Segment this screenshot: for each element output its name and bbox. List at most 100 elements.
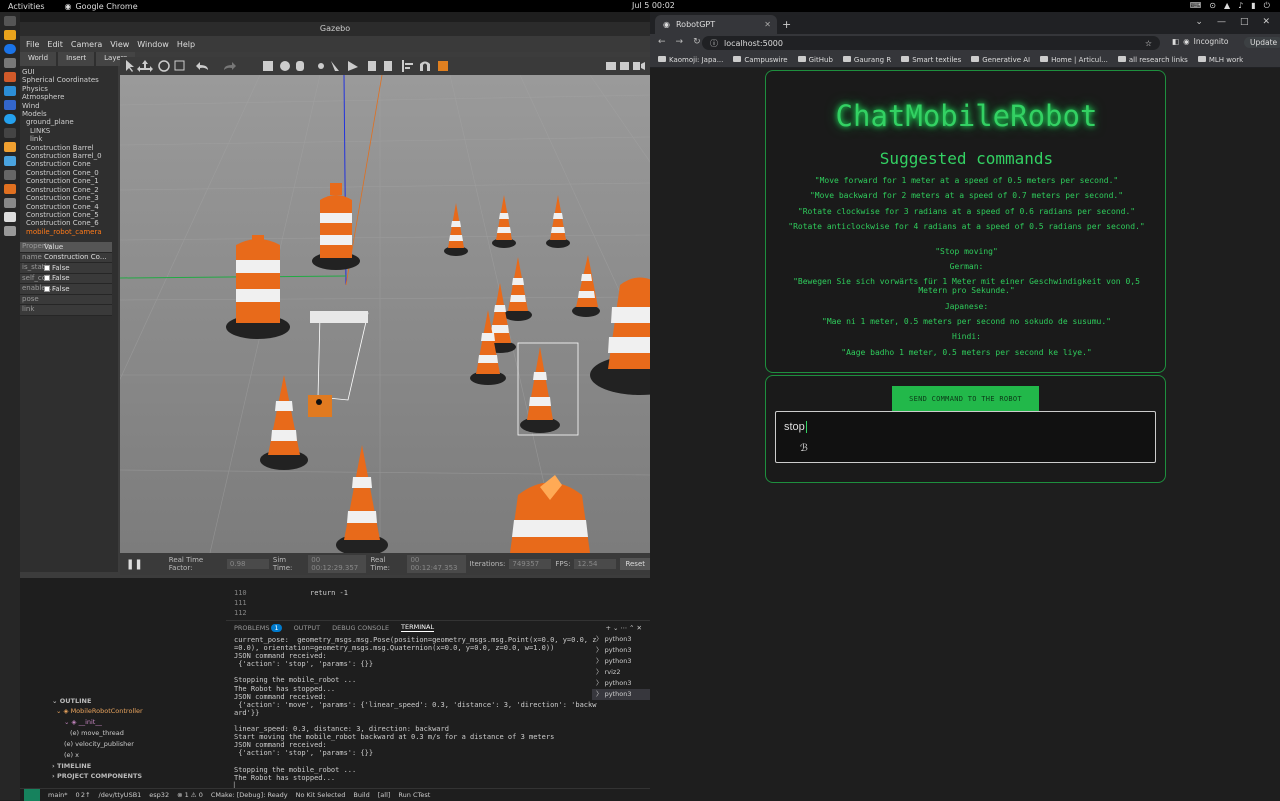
menu-window[interactable]: Window: [137, 40, 169, 49]
outline-class[interactable]: ⌄ ◈ MobileRobotController: [22, 706, 226, 717]
app-dock-icon[interactable]: [4, 72, 16, 82]
app8-dock-icon[interactable]: [4, 184, 16, 194]
app7-dock-icon[interactable]: [4, 170, 16, 180]
prop-row[interactable]: is_static False: [20, 263, 112, 274]
world-tree-item[interactable]: mobile_robot_camera: [20, 228, 112, 236]
git-branch[interactable]: main*: [48, 791, 68, 799]
terminal-instance[interactable]: 〉 python3: [592, 645, 650, 656]
build-target[interactable]: [all]: [378, 791, 391, 799]
cmake-status[interactable]: CMake: [Debug]: Ready: [211, 791, 288, 799]
update-button[interactable]: Update: [1244, 37, 1280, 48]
menu-help[interactable]: Help: [177, 40, 195, 49]
tab-search-icon[interactable]: ⌄: [1195, 17, 1203, 27]
back-icon[interactable]: ←: [658, 37, 666, 47]
new-tab-icon[interactable]: +: [782, 18, 791, 31]
files-icon[interactable]: [4, 16, 16, 26]
world-tree-item[interactable]: ground_plane: [20, 118, 112, 126]
forward-icon[interactable]: →: [676, 37, 684, 47]
maximize-icon[interactable]: □: [1240, 17, 1249, 27]
gazebo-3d-viewport[interactable]: [120, 75, 650, 553]
board[interactable]: esp32: [149, 791, 169, 799]
outline-field[interactable]: (e) x: [22, 750, 226, 761]
app5-dock-icon[interactable]: [4, 142, 16, 152]
world-tree-item[interactable]: Wind: [20, 102, 112, 110]
world-tree-item[interactable]: link: [20, 135, 112, 143]
incognito-indicator[interactable]: ◧ ◉ Incognito: [1172, 37, 1228, 46]
tab-world[interactable]: World: [20, 52, 57, 66]
world-tree-item[interactable]: GUI: [20, 68, 112, 76]
panel-controls[interactable]: + ⌄ ⋯ ⌃ ✕: [605, 624, 642, 632]
system-tray[interactable]: ⌨ ⊙ ▲ ♪ ▮ ⏻: [1190, 1, 1270, 11]
outline-field[interactable]: (e) move_thread: [22, 728, 226, 739]
code-editor[interactable]: 110 111 112 return -1: [226, 588, 650, 618]
activities-button[interactable]: Activities: [8, 2, 45, 11]
menu-edit[interactable]: Edit: [47, 40, 63, 49]
sidepanel-icon[interactable]: ◧: [1172, 37, 1179, 46]
world-tree-item[interactable]: Construction Cone_3: [20, 194, 112, 202]
tab-output[interactable]: OUTPUT: [294, 624, 321, 632]
app2-dock-icon[interactable]: [4, 100, 16, 110]
browser-tab[interactable]: ◉ RobotGPT ✕: [655, 15, 777, 34]
app9-dock-icon[interactable]: [4, 198, 16, 208]
world-tree-item[interactable]: Construction Barrel_0: [20, 152, 112, 160]
close-window-icon[interactable]: ✕: [1262, 17, 1270, 27]
terminal-instance[interactable]: 〉 python3: [592, 689, 650, 700]
bookmark-folder[interactable]: all research links: [1117, 55, 1188, 64]
world-tree-item[interactable]: LINKS: [20, 127, 112, 135]
world-tree-item[interactable]: Physics: [20, 85, 112, 93]
trash-icon[interactable]: [4, 226, 16, 236]
prop-row[interactable]: pose: [20, 294, 112, 305]
reset-button[interactable]: Reset: [620, 558, 650, 570]
outline-method[interactable]: ⌄ ◈ __init__: [22, 717, 226, 728]
prop-row[interactable]: name Construction Co...: [20, 252, 112, 263]
app6-dock-icon[interactable]: [4, 156, 16, 166]
terminal-instance[interactable]: 〉 rviz2: [592, 667, 650, 678]
menu-file[interactable]: File: [26, 40, 39, 49]
outline-header[interactable]: ⌄ OUTLINE: [22, 696, 226, 706]
world-tree-item[interactable]: Construction Cone_0: [20, 169, 112, 177]
bookmark-item[interactable]: Kaomoji: Japa...: [658, 55, 723, 64]
bookmark-folder[interactable]: Generative AI: [971, 55, 1030, 64]
minimize-icon[interactable]: —: [1217, 17, 1226, 27]
menu-view[interactable]: View: [110, 40, 129, 49]
world-tree-item[interactable]: Construction Cone_6: [20, 219, 112, 227]
vscode-dock-icon[interactable]: [4, 86, 16, 96]
bookmark-item[interactable]: GitHub: [797, 55, 833, 64]
address-bar[interactable]: ⓘ localhost:5000 ☆: [702, 36, 1160, 50]
prop-row[interactable]: self_coll... False: [20, 273, 112, 284]
world-tree-item[interactable]: Construction Barrel: [20, 144, 112, 152]
menu-camera[interactable]: Camera: [71, 40, 102, 49]
world-tree-item[interactable]: Models: [20, 110, 112, 118]
close-tab-icon[interactable]: ✕: [764, 20, 771, 29]
world-tree-item[interactable]: Construction Cone: [20, 160, 112, 168]
terminal-instance[interactable]: 〉 python3: [592, 678, 650, 689]
bookmark-star-icon[interactable]: ☆: [1145, 39, 1152, 48]
app3-dock-icon[interactable]: [4, 114, 16, 124]
bookmark-folder[interactable]: MLH work: [1197, 55, 1243, 64]
remote-icon[interactable]: [24, 788, 40, 801]
project-components-header[interactable]: › PROJECT COMPONENTS: [22, 771, 226, 781]
tab-problems[interactable]: PROBLEMS 1: [234, 623, 282, 632]
world-tree-item[interactable]: Construction Cone_5: [20, 211, 112, 219]
run-ctest-button[interactable]: Run CTest: [398, 791, 430, 799]
tab-terminal[interactable]: TERMINAL: [401, 623, 435, 632]
terminal-instance[interactable]: 〉 python3: [592, 634, 650, 645]
world-tree-item[interactable]: Atmosphere: [20, 93, 112, 101]
command-input[interactable]: stop: [775, 411, 1156, 463]
checkbox[interactable]: [44, 275, 50, 282]
terminal-dock-icon[interactable]: [4, 58, 16, 68]
app10-dock-icon[interactable]: [4, 212, 16, 222]
bookmark-folder[interactable]: Smart textiles: [901, 55, 961, 64]
pause-icon[interactable]: ❚❚: [126, 559, 143, 570]
send-command-button[interactable]: SEND COMMAND TO THE ROBOT: [892, 386, 1039, 411]
app4-dock-icon[interactable]: [4, 128, 16, 138]
world-tree-item[interactable]: Construction Cone_4: [20, 203, 112, 211]
bookmark-item[interactable]: Home | Articul...: [1040, 55, 1108, 64]
bookmark-item[interactable]: Gaurang R: [842, 55, 891, 64]
prop-row[interactable]: enable_... False: [20, 284, 112, 295]
problems-status[interactable]: ⊗ 1 ⚠ 0: [177, 791, 203, 799]
world-tree-item[interactable]: Construction Cone_2: [20, 186, 112, 194]
world-tree-item[interactable]: Construction Cone_1: [20, 177, 112, 185]
world-tree-item[interactable]: Spherical Coordinates: [20, 76, 112, 84]
sync-status[interactable]: 0 2↑: [76, 791, 91, 799]
